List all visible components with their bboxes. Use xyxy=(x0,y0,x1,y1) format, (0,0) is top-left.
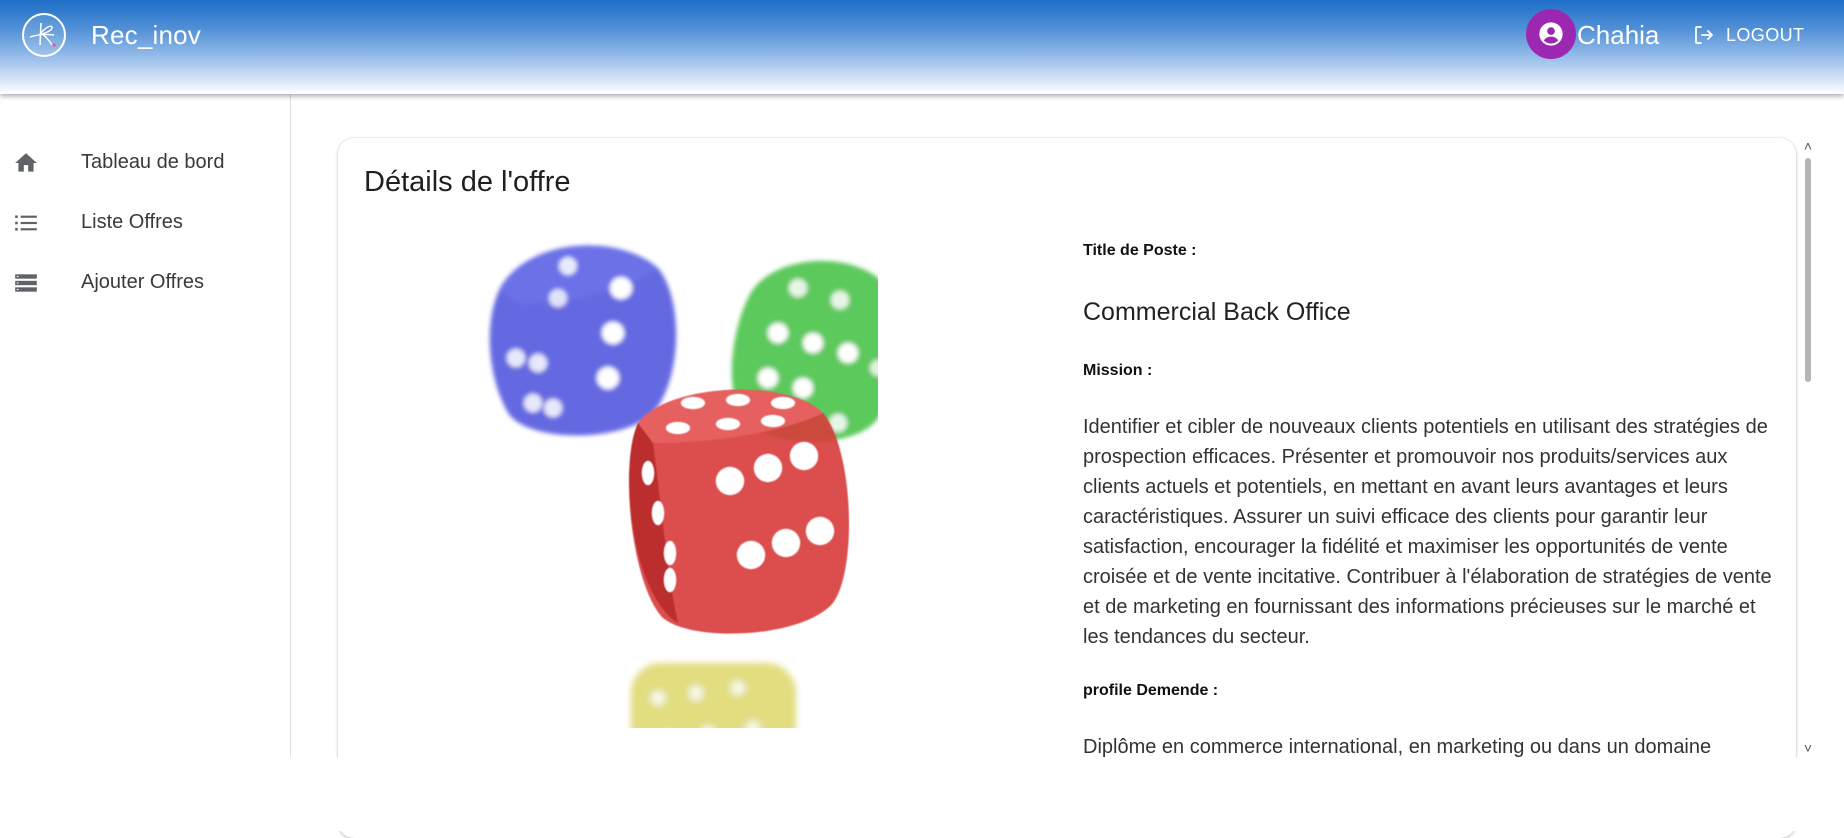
app-logo[interactable] xyxy=(22,13,66,57)
account-circle-icon xyxy=(1539,22,1563,46)
logo-icon xyxy=(29,22,56,47)
storage-icon xyxy=(15,274,37,292)
scrollbar-thumb[interactable] xyxy=(1805,158,1811,382)
sidebar-item-liste-offres[interactable]: Liste Offres xyxy=(0,194,290,250)
job-title: Commercial Back Office xyxy=(1083,298,1351,326)
scroll-down-arrow-icon[interactable]: ˅ xyxy=(1800,740,1816,756)
mission-label: Mission : xyxy=(1083,362,1153,379)
title-label: Title de Poste : xyxy=(1083,242,1197,259)
app-bar: Rec_inov Chahia LOGOUT xyxy=(0,0,1844,94)
sidebar-item-label: Tableau de bord xyxy=(81,151,225,173)
home-icon xyxy=(15,153,37,172)
sidebar-item-ajouter-offres[interactable]: Ajouter Offres xyxy=(0,254,290,310)
app-title: Rec_inov xyxy=(91,20,201,50)
list-icon xyxy=(15,215,37,231)
profile-label: profile Demende : xyxy=(1083,682,1219,699)
sidebar-item-tableau-de-bord[interactable]: Tableau de bord xyxy=(0,134,290,190)
logout-icon xyxy=(1695,26,1713,44)
page-title: Détails de l'offre xyxy=(364,166,571,198)
user-name: Chahia xyxy=(1577,20,1660,50)
content-clip-area xyxy=(290,757,1844,831)
mission-text: Identifier et cibler de nouveaux clients… xyxy=(1083,416,1772,648)
offer-details-card: Détails de l'offre Title de Poste: Comm… xyxy=(338,138,1796,838)
offer-image xyxy=(489,245,878,728)
logout-button[interactable]: LOGOUT xyxy=(1692,22,1804,48)
user-avatar[interactable] xyxy=(1526,9,1576,59)
logout-label: LOGOUT xyxy=(1726,24,1805,45)
sidebar: Tableau de bord Liste Offres Ajouter Off… xyxy=(0,94,291,831)
sidebar-item-label: Liste Offres xyxy=(81,211,183,233)
scrollbar[interactable]: ˄ ˅ xyxy=(1800,138,1816,758)
sidebar-item-label: Ajouter Offres xyxy=(81,271,205,293)
scroll-up-arrow-icon[interactable]: ˄ xyxy=(1800,138,1816,154)
